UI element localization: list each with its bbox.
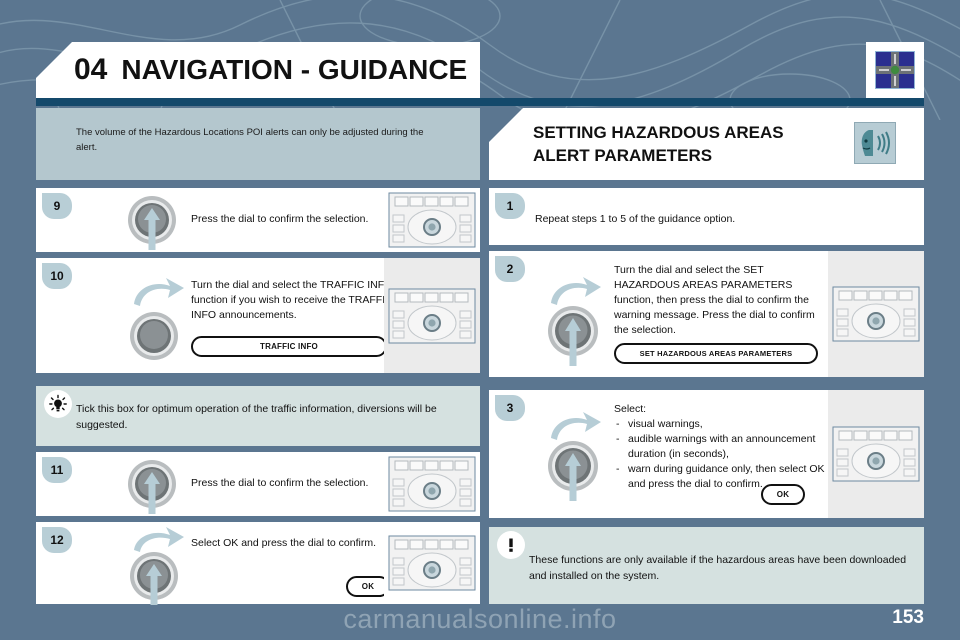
warning-text: These functions are only available if th… (529, 554, 907, 582)
step-card-r2: 2 Turn the dial and select the SET HAZAR… (489, 251, 924, 377)
step-badge-9: 9 (42, 193, 72, 219)
dial-turn-press-icon-r3 (533, 408, 619, 509)
section-title-plate: SETTING HAZARDOUS AREAS ALERT PARAMETERS (489, 108, 924, 180)
dial-press-icon-9 (116, 194, 188, 259)
ok-button-r3[interactable]: OK (761, 484, 805, 505)
tip-box: Tick this box for optimum operation of t… (36, 386, 480, 446)
step-card-r3: 3 Select: visual warnings, audible warni… (489, 390, 924, 518)
radio-panel-image-r2 (828, 251, 924, 377)
intro-note-text: The volume of the Hazardous Locations PO… (76, 127, 424, 153)
step-badge-r2: 2 (495, 256, 525, 282)
voice-announcement-icon (854, 122, 896, 164)
step-text-10: Turn the dial and select the TRAFFIC INF… (191, 279, 393, 321)
step-text-r1: Repeat steps 1 to 5 of the guidance opti… (535, 213, 736, 225)
intro-note-box: The volume of the Hazardous Locations PO… (36, 108, 480, 180)
dial-turn-icon-10 (116, 274, 196, 371)
step-text-12: Select OK and press the dial to confirm. (191, 537, 377, 549)
radio-panel-image-r3 (828, 390, 924, 518)
step-r3-options-list: visual warnings, audible warnings with a… (614, 417, 839, 492)
exclamation-icon (497, 531, 525, 559)
step-card-r1: 1 Repeat steps 1 to 5 of the guidance op… (489, 188, 924, 245)
dial-press-icon-11 (116, 458, 188, 523)
section-title: SETTING HAZARDOUS AREAS ALERT PARAMETERS (533, 122, 784, 168)
title-divider-rule (36, 98, 924, 106)
step-badge-12: 12 (42, 527, 72, 553)
step-card-10: 10 Turn the dial and select the TRAFFIC … (36, 258, 480, 373)
radio-panel-image-10 (384, 258, 480, 373)
step-card-11: 11 Press the dial to confirm the selecti… (36, 452, 480, 516)
step-text-r2: Turn the dial and select the SET HAZARDO… (614, 264, 815, 336)
lightbulb-icon (44, 390, 72, 418)
radio-panel-image-9 (384, 188, 480, 252)
step-r3-lead: Select: (614, 403, 647, 415)
list-item: visual warnings, (614, 417, 839, 432)
navigation-junction-icon (875, 51, 915, 89)
manual-page: 04 NAVIGATION - GUIDANCE The volume of t… (0, 0, 960, 640)
section-title-line1: SETTING HAZARDOUS AREAS (533, 123, 784, 142)
page-number: 153 (892, 607, 924, 628)
traffic-info-button[interactable]: TRAFFIC INFO (191, 336, 387, 357)
tip-text: Tick this box for optimum operation of t… (76, 403, 437, 431)
site-watermark: carmanualsonline.info (343, 604, 617, 634)
list-item: audible warnings with an announcement du… (614, 432, 839, 462)
step-card-12: 12 Select OK and press the dial to confi… (36, 522, 480, 605)
chapter-title-plate: 04 NAVIGATION - GUIDANCE (36, 42, 480, 98)
step-badge-r3: 3 (495, 395, 525, 421)
list-item: warn during guidance only, then select O… (614, 462, 839, 492)
step-badge-11: 11 (42, 457, 72, 483)
nav-logo-plate (866, 42, 924, 98)
radio-panel-image-11 (384, 452, 480, 516)
chapter-number: 04 (74, 53, 108, 86)
set-hazardous-areas-parameters-button[interactable]: SET HAZARDOUS AREAS PARAMETERS (614, 343, 818, 364)
radio-panel-image-12 (384, 522, 480, 604)
step-badge-10: 10 (42, 263, 72, 289)
step-card-9: 9 Press the dial to confirm the selectio… (36, 188, 480, 252)
step-text-11: Press the dial to confirm the selection. (191, 477, 369, 489)
warning-box: These functions are only available if th… (489, 527, 924, 604)
section-title-line2: ALERT PARAMETERS (533, 145, 713, 165)
step-text-r3: Select: visual warnings, audible warning… (614, 402, 839, 491)
step-badge-r1: 1 (495, 193, 525, 219)
step-text-9: Press the dial to confirm the selection. (191, 213, 369, 225)
chapter-title: NAVIGATION - GUIDANCE (121, 54, 468, 85)
dial-turn-press-icon-12 (116, 526, 196, 611)
dial-turn-press-icon-r2 (533, 273, 619, 374)
